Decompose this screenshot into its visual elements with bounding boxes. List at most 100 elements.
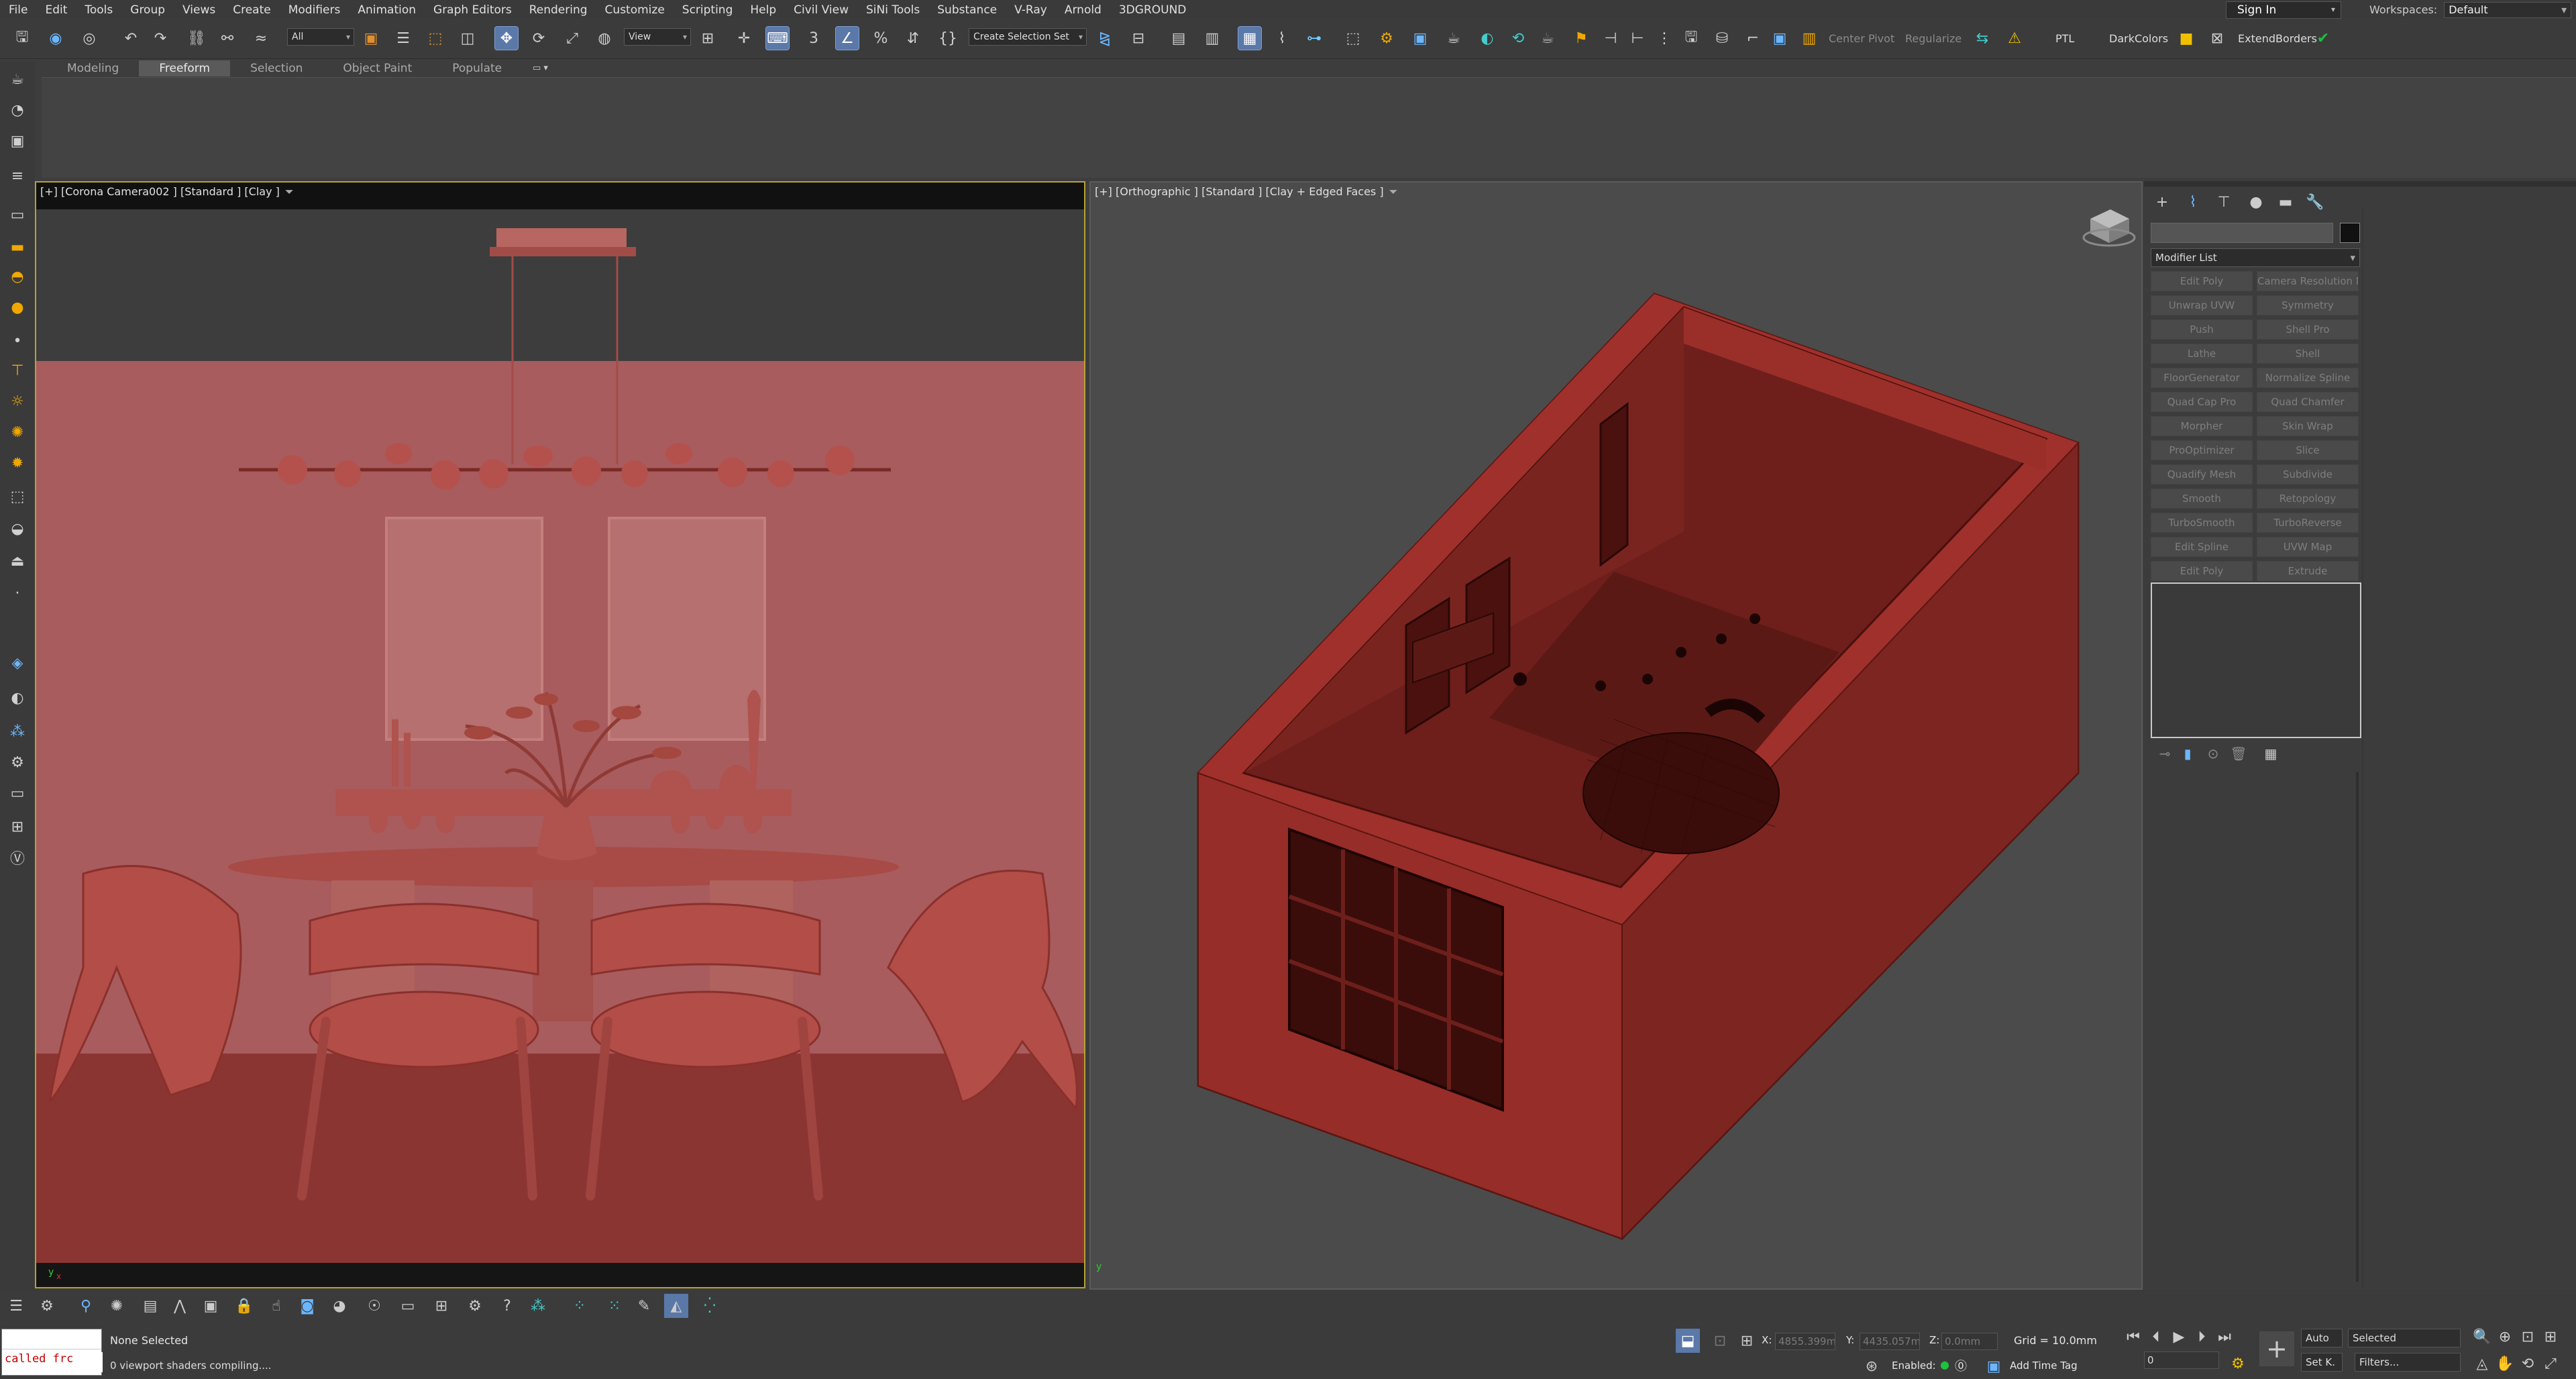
configure-modifier-sets-icon[interactable]: ▦ xyxy=(2261,744,2281,764)
tab-modeling[interactable]: Modeling xyxy=(47,60,139,76)
mirror-icon[interactable]: ⧎ xyxy=(1093,27,1116,50)
viewport-camera[interactable]: [+] [Corona Camera002 ] [Standard ] [Cla… xyxy=(35,181,1085,1288)
modifier-button-quad-cap-pro[interactable]: Quad Cap Pro xyxy=(2151,392,2253,412)
tool-5-icon[interactable]: ⛁ xyxy=(1711,27,1733,50)
toggle-ribbon-icon[interactable]: ▥ xyxy=(1201,27,1224,50)
viewport-camera-label-text[interactable]: [+] [Corona Camera002 ] [Standard ] [Cla… xyxy=(40,185,280,198)
tree-icon[interactable]: ⋀ xyxy=(168,1294,192,1318)
viewport-ortho-label-text[interactable]: [+] [Orthographic ] [Standard ] [Clay + … xyxy=(1095,185,1384,198)
pin-stack-icon[interactable]: ⊸ xyxy=(2155,744,2175,764)
tool-4-icon[interactable]: 🖫 xyxy=(1680,27,1703,50)
modifier-button-edit-poly[interactable]: Edit Poly xyxy=(2151,271,2253,291)
pan-icon[interactable]: ✋ xyxy=(2493,1351,2517,1376)
lock-selection-icon[interactable]: ⊡ xyxy=(1708,1329,1732,1353)
next-frame-icon[interactable]: ⏵ xyxy=(2190,1325,2214,1349)
keyboard-shortcut-override-icon[interactable]: ⌨ xyxy=(765,26,790,50)
nodes-icon[interactable]: ⁂ xyxy=(7,721,28,742)
viewport-orthographic[interactable]: [+] [Orthographic ] [Standard ] [Clay + … xyxy=(1089,181,2143,1290)
modifier-button-turboreverse[interactable]: TurboReverse xyxy=(2257,513,2359,533)
enabled-status-icon[interactable]: ● xyxy=(1940,1358,1949,1371)
viewport-ortho-label[interactable]: [+] [Orthographic ] [Standard ] [Clay + … xyxy=(1095,185,1397,199)
scene-icon[interactable]: ▣ xyxy=(199,1294,223,1318)
select-and-place-icon[interactable]: ◍ xyxy=(593,27,616,50)
orbit-tool-icon[interactable]: ◔ xyxy=(7,99,28,121)
tab-freeform[interactable]: Freeform xyxy=(139,60,231,76)
modifier-button-morpher[interactable]: Morpher xyxy=(2151,416,2253,436)
tool-a-icon[interactable]: ⁘ xyxy=(568,1294,592,1318)
hanger-icon[interactable]: ⏏ xyxy=(7,550,28,572)
command-panel-scrollbar[interactable] xyxy=(2356,772,2359,1282)
maximize-viewport-icon[interactable]: ⤢ xyxy=(2538,1351,2563,1376)
sun-bottom-icon[interactable]: ✺ xyxy=(105,1294,129,1318)
modifier-button-push[interactable]: Push xyxy=(2151,319,2253,340)
orbit-icon[interactable]: ⟲ xyxy=(2516,1351,2540,1376)
menu-sini-tools[interactable]: SiNi Tools xyxy=(857,3,928,17)
tool-b-icon[interactable]: ⁙ xyxy=(602,1294,627,1318)
link-icon[interactable]: ⛓ xyxy=(185,27,208,50)
remove-modifier-icon[interactable]: 🗑 xyxy=(2229,744,2249,764)
grid-icon[interactable]: ⊞ xyxy=(429,1294,453,1318)
tool-1-icon[interactable]: ⊣ xyxy=(1599,27,1622,50)
help-icon[interactable]: ? xyxy=(495,1294,519,1318)
schematic-view-icon[interactable]: ⊶ xyxy=(1303,27,1326,50)
menu-modifiers[interactable]: Modifiers xyxy=(280,3,350,17)
add-time-tag[interactable]: Add Time Tag xyxy=(2010,1360,2078,1372)
modifier-button-camera-resolution[interactable]: Camera Resolution M xyxy=(2257,271,2359,291)
modify-tab-icon[interactable]: ⌇ xyxy=(2183,192,2203,212)
modifier-button-quad-chamfer[interactable]: Quad Chamfer xyxy=(2257,392,2359,412)
render-setup-icon[interactable]: ⚙ xyxy=(1375,27,1398,50)
modifier-button-subdivide[interactable]: Subdivide xyxy=(2257,464,2359,484)
sheet-icon[interactable]: ▤ xyxy=(138,1294,162,1318)
modifier-button-lathe[interactable]: Lathe xyxy=(2151,344,2253,364)
time-tag-icon[interactable]: ▣ xyxy=(1982,1354,2006,1378)
filter-icon[interactable]: ⏷ xyxy=(1389,185,1398,198)
menu-vray[interactable]: V-Ray xyxy=(1006,3,1056,17)
menu-help[interactable]: Help xyxy=(741,3,785,17)
go-to-end-icon[interactable]: ⏭ xyxy=(2212,1325,2237,1349)
play-icon[interactable]: ▶ xyxy=(2167,1325,2191,1349)
material-editor-icon[interactable]: ⬚ xyxy=(1342,27,1364,50)
light-bulb-icon[interactable]: ☼ xyxy=(7,391,28,412)
reference-coordinate-dropdown[interactable]: View xyxy=(624,28,691,46)
display-tool-icon[interactable]: ▭ xyxy=(7,204,28,225)
warning-icon[interactable]: ⚠ xyxy=(2003,27,2026,50)
teapot-icon[interactable]: ☕ xyxy=(1536,27,1559,50)
window-crossing-icon[interactable]: ◫ xyxy=(456,27,479,50)
modifier-button-extrude[interactable]: Extrude xyxy=(2257,561,2359,581)
gear-bottom-icon[interactable]: ⚙ xyxy=(463,1294,487,1318)
cog-tool-icon[interactable]: ⚙ xyxy=(7,752,28,773)
time-config-icon[interactable]: ⓪ xyxy=(1955,1357,1967,1374)
tool-8-icon[interactable]: ⇆ xyxy=(1971,27,1994,50)
dark-colors-swatch-icon[interactable]: ■ xyxy=(2175,27,2198,50)
vray-tool-icon[interactable]: ◈ xyxy=(7,652,28,674)
pivot-point-icon[interactable]: ⊞ xyxy=(696,27,719,50)
isolate-icon[interactable]: ⬓ xyxy=(1676,1329,1700,1353)
monitor-icon[interactable]: ▭ xyxy=(7,782,28,804)
zoom-extents-icon[interactable]: ⊡ xyxy=(2516,1325,2540,1349)
sun-icon[interactable]: ✺ xyxy=(7,421,28,443)
save-icon[interactable]: 🖫 xyxy=(11,27,34,50)
layer-manager-icon[interactable]: ☰ xyxy=(4,1294,28,1318)
auto-key-button[interactable]: Auto xyxy=(2301,1329,2343,1347)
render-production-icon[interactable]: ☕ xyxy=(1442,27,1465,50)
align-icon[interactable]: ⊟ xyxy=(1127,27,1150,50)
edit-named-selection-icon[interactable]: {} xyxy=(936,27,959,50)
hammer-icon[interactable]: ⊤ xyxy=(7,360,28,381)
frame-icon[interactable]: ▭ xyxy=(396,1294,420,1318)
nodes-bottom-icon[interactable]: ⁂ xyxy=(526,1294,550,1318)
camera-bottom-icon[interactable]: ◙ xyxy=(295,1294,319,1318)
tool-7-icon[interactable]: ▥ xyxy=(1798,27,1821,50)
utilities-tab-icon[interactable]: 🔧 xyxy=(2305,192,2325,212)
modifier-button-unwrap-uvw[interactable]: Unwrap UVW xyxy=(2151,295,2253,315)
modifier-button-uvw-map[interactable]: UVW Map xyxy=(2257,537,2359,557)
menu-arnold[interactable]: Arnold xyxy=(1056,3,1110,17)
tool-d-icon[interactable]: ◭ xyxy=(664,1294,688,1318)
field-of-view-icon[interactable]: ◬ xyxy=(2470,1351,2494,1376)
menu-views[interactable]: Views xyxy=(174,3,224,17)
menu-group[interactable]: Group xyxy=(121,3,174,17)
dot-tool-icon[interactable]: • xyxy=(7,330,28,352)
set-key-mode-icon[interactable]: + xyxy=(2259,1331,2294,1366)
sphere-tool-icon[interactable]: ● xyxy=(7,297,28,318)
previous-frame-icon[interactable]: ⏴ xyxy=(2144,1325,2168,1349)
rectangular-selection-icon[interactable]: ⬚ xyxy=(424,27,447,50)
